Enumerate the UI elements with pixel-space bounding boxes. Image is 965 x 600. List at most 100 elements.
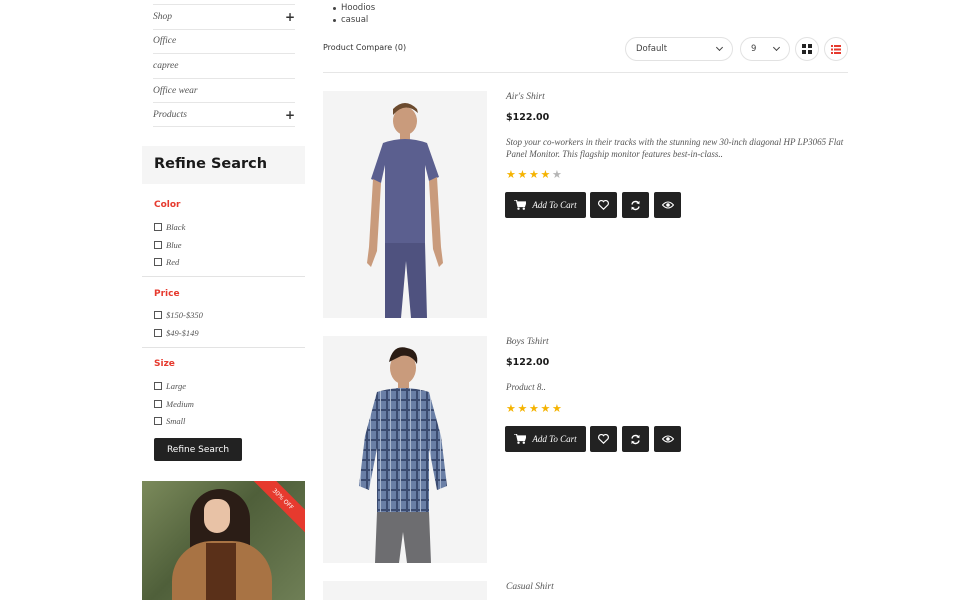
category-label: Shop	[153, 11, 172, 22]
promo-model-sweater	[206, 543, 236, 600]
heart-icon	[598, 200, 609, 210]
add-to-cart-button[interactable]: Add To Cart	[505, 192, 586, 218]
divider	[142, 347, 305, 348]
checkbox[interactable]	[154, 328, 162, 337]
product-name[interactable]: Air's Shirt	[506, 92, 545, 102]
star-icon: ★	[540, 402, 551, 415]
list-view-icon	[831, 44, 841, 54]
chevron-down-icon	[772, 43, 781, 52]
category-item-products[interactable]: Products +	[153, 102, 295, 127]
star-icon: ★	[506, 168, 516, 181]
filter-title-size: Size	[154, 359, 175, 369]
star-icon: ★	[529, 402, 539, 415]
category-label: Office wear	[153, 85, 198, 96]
checkbox[interactable]	[154, 223, 162, 231]
product-photo-model-plaid-shirt	[323, 336, 487, 563]
filter-option-large[interactable]: Large	[154, 381, 186, 391]
category-item-office[interactable]: Office	[153, 28, 295, 54]
eye-icon	[661, 201, 674, 209]
promo-model-face	[204, 499, 230, 533]
category-item-shop[interactable]: Shop +	[153, 4, 295, 29]
eye-icon	[661, 435, 674, 443]
promo-banner[interactable]: 30% OFF	[142, 481, 305, 600]
option-label: Black	[166, 222, 186, 232]
compare-button[interactable]	[622, 192, 649, 218]
filter-title-color: Color	[154, 200, 181, 210]
rating-stars: ★ ★ ★ ★ ★	[506, 403, 564, 414]
tag-label: casual	[341, 15, 369, 25]
cart-icon	[514, 200, 527, 210]
product-name[interactable]: Boys Tshirt	[506, 337, 549, 347]
checkbox[interactable]	[154, 240, 162, 249]
filter-option-red[interactable]: Red	[154, 257, 179, 267]
star-icon: ★	[506, 402, 516, 415]
limit-value: 9	[751, 44, 757, 54]
star-icon: ★	[529, 168, 539, 181]
chevron-down-icon	[715, 43, 724, 52]
filter-title-price: Price	[154, 289, 180, 299]
filter-option-black[interactable]: Black	[154, 222, 185, 232]
add-to-cart-button[interactable]: Add To Cart	[505, 426, 586, 452]
wishlist-button[interactable]	[590, 192, 617, 218]
filter-option-small[interactable]: Small	[154, 416, 185, 426]
product-image-casual-shirt[interactable]	[323, 581, 487, 600]
refine-search-button[interactable]: Refine Search	[154, 438, 242, 461]
product-price: $122.00	[506, 112, 550, 123]
product-description: Stop your co-workers in their tracks wit…	[506, 137, 844, 159]
filter-option-medium[interactable]: Medium	[154, 399, 194, 409]
toolbar-divider	[323, 72, 848, 73]
checkbox[interactable]	[154, 258, 162, 266]
quick-view-button[interactable]	[654, 426, 681, 452]
option-label: Small	[166, 416, 186, 426]
option-label: Red	[166, 257, 180, 267]
tag-list: Hoodios casual	[333, 2, 375, 26]
refine-search-title: Refine Search	[154, 156, 268, 172]
tag-item[interactable]: Hoodios	[333, 2, 375, 14]
option-label: Large	[166, 381, 186, 391]
tag-label: Hoodios	[341, 3, 376, 13]
option-label: Medium	[166, 398, 194, 409]
checkbox[interactable]	[154, 399, 162, 408]
star-icon: ★	[552, 402, 562, 415]
star-icon: ★	[517, 402, 528, 415]
product-price: $122.00	[506, 357, 550, 368]
star-icon: ★	[517, 168, 528, 181]
plus-icon[interactable]: +	[285, 10, 295, 24]
option-label: $150-$350	[166, 310, 203, 320]
limit-select[interactable]: 9	[740, 37, 790, 61]
product-photo-model-tshirt	[323, 91, 487, 318]
star-empty-icon: ★	[552, 168, 562, 181]
star-icon: ★	[540, 168, 551, 181]
category-item-capree[interactable]: capree	[153, 53, 295, 78]
option-label: Blue	[166, 239, 182, 250]
refresh-icon	[631, 200, 640, 210]
tag-item[interactable]: casual	[333, 14, 375, 26]
sort-value: Dofault	[636, 44, 668, 54]
list-view-button[interactable]	[824, 37, 848, 61]
quick-view-button[interactable]	[654, 192, 681, 218]
product-name[interactable]: Casual Shirt	[506, 582, 554, 592]
wishlist-button[interactable]	[590, 426, 617, 452]
heart-icon	[598, 434, 609, 444]
grid-view-button[interactable]	[795, 37, 819, 61]
category-label: Products	[153, 109, 187, 120]
checkbox[interactable]	[154, 311, 162, 319]
category-label: capree	[153, 60, 179, 71]
option-label: $49-$149	[166, 327, 199, 338]
product-description: Product 8..	[506, 382, 546, 392]
compare-button[interactable]	[622, 426, 649, 452]
cart-icon	[514, 434, 527, 444]
category-item-office-wear[interactable]: Office wear	[153, 77, 295, 103]
plus-icon[interactable]: +	[285, 108, 295, 122]
product-compare-link[interactable]: Product Compare (0)	[323, 43, 406, 52]
filter-option-price-150-350[interactable]: $150-$350	[154, 310, 203, 320]
product-image-boys-tshirt[interactable]	[323, 336, 487, 563]
refine-search-header: Refine Search	[142, 146, 305, 184]
checkbox[interactable]	[154, 382, 162, 390]
filter-option-blue[interactable]: Blue	[154, 240, 182, 250]
bullet-icon	[333, 6, 336, 10]
checkbox[interactable]	[154, 417, 162, 425]
filter-option-price-49-149[interactable]: $49-$149	[154, 328, 199, 338]
product-image-airs-shirt[interactable]	[323, 91, 487, 318]
sort-select[interactable]: Dofault	[625, 37, 733, 61]
